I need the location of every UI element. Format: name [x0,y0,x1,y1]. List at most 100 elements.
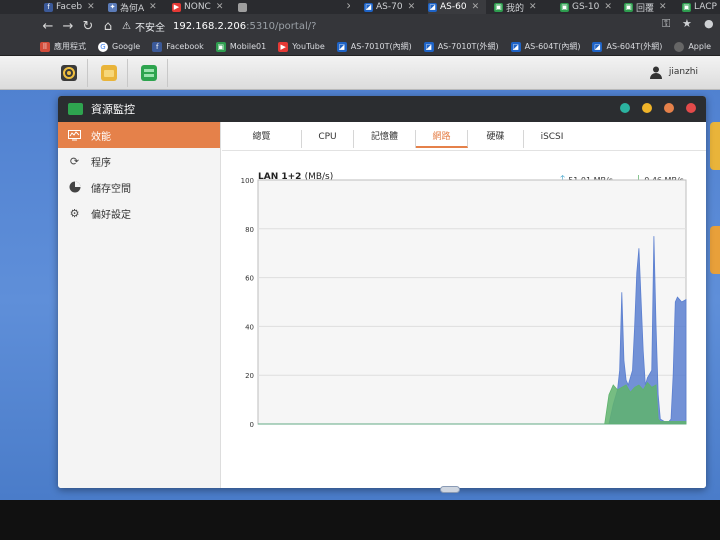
browser-tab-label: 為何A [120,3,145,14]
sidebar-item-label: 程序 [91,157,111,169]
facebook-icon: f [152,41,163,52]
close-icon[interactable]: ✕ [408,2,416,12]
browser-tab[interactable]: ▣ LACP [682,0,720,14]
bookmark-google[interactable]: G Google [98,41,140,52]
tab-label: 網路 [432,132,451,142]
y-tick-label: 20 [245,372,254,380]
tab-cpu[interactable]: CPU [302,130,354,148]
key-icon[interactable]: ⚿ [662,17,670,31]
close-icon[interactable]: ✕ [149,2,157,12]
bookmark-as604t-lan[interactable]: ◪ AS-604T(內網) [510,41,580,52]
close-icon[interactable]: ✕ [529,2,537,12]
browser-tab[interactable]: ▣ 回覆 ✕ [624,0,676,14]
adm-taskbar: jianzhi [0,56,720,90]
profile-icon[interactable]: ● [704,17,714,30]
close-icon[interactable]: ✕ [659,2,667,12]
globe-icon [238,2,247,12]
window-titlebar[interactable]: 資源監控 [58,96,706,122]
screen: f Faceb ✕ ✦ 為何A ✕ ▶ NONC ✕ ✕ ◪ AS-70 ✕ ◪ AS-… [0,0,720,540]
apple-icon [674,41,685,52]
sidebar: 效能 ⟳ 程序 儲存空間 ⚙ 偏好設定 [58,122,221,488]
close-icon[interactable]: ✕ [472,2,480,12]
youtube-icon: ▶ [278,41,289,52]
dock-handle[interactable] [440,486,460,493]
close-icon[interactable]: ✕ [604,2,612,12]
browser-tab-label: LACP [694,2,717,12]
browser-tab[interactable]: ✕ [238,0,350,14]
browser-tab[interactable]: ▣ 我的 ✕ [494,0,552,14]
asustor-icon: ◪ [428,2,437,12]
tab-iscsi[interactable]: iSCSI [524,130,580,148]
close-icon[interactable]: ✕ [87,2,95,12]
tab-network[interactable]: 網路 [416,130,468,148]
tab-memory[interactable]: 記憶體 [354,130,416,148]
browser-tab[interactable]: ◪ AS-70 ✕ [364,0,420,14]
home-icon[interactable]: ⌂ [98,19,118,34]
tab-label: 記憶體 [370,132,398,142]
username: jianzhi [668,67,698,77]
url-host: 192.168.2.206 [172,20,247,32]
url-field[interactable]: ⚠ 不安全 192.168.2.206:5310/portal/? [122,17,712,35]
tab-label: 硬碟 [486,132,505,142]
close-icon[interactable]: ✕ [346,2,350,12]
browser-tab-label: 我的 [506,3,525,14]
close-button[interactable] [686,103,696,113]
settings-app-button[interactable] [50,59,88,87]
bookmark-label: 應用程式 [54,42,86,51]
sidebar-item-preferences[interactable]: ⚙ 偏好設定 [58,200,220,226]
site-icon: ✦ [108,2,117,12]
sidebar-item-performance[interactable]: 效能 [58,122,220,148]
y-tick-label: 100 [241,177,254,185]
sidebar-item-label: 偏好設定 [91,209,131,221]
desktop-app-icon[interactable] [710,226,720,274]
bookmark-label: Apple [688,42,712,51]
browser-tab[interactable]: ▣ GS-10 ✕ [560,0,618,14]
bookmark-as7010t-lan[interactable]: ◪ AS-7010T(內網) [336,41,412,52]
bookmark-as604t-wan[interactable]: ◪ AS-604T(外網) [592,41,662,52]
bookmark-youtube[interactable]: ▶ YouTube [278,41,325,52]
user-menu[interactable]: jianzhi [649,65,698,79]
forward-icon[interactable]: → [58,19,78,34]
bookmark-apps[interactable]: ⠿ 應用程式 [40,41,86,52]
chart-plot: 0 20 40 60 80 100 [241,177,687,429]
browser-tab[interactable]: ✦ 為何A ✕ [108,0,166,14]
bookmark-mobile01[interactable]: ▣ Mobile01 [215,41,266,52]
browser-tab-label: AS-70 [376,2,403,12]
star-icon[interactable]: ★ [682,17,692,30]
facebook-icon: f [44,2,53,12]
bookmark-as7010t-wan[interactable]: ◪ AS-7010T(外網) [423,41,499,52]
bookmark-facebook[interactable]: f Facebook [152,41,204,52]
settings-app-icon [60,65,77,81]
tab-divider [222,150,706,151]
folder-icon [100,65,117,81]
close-icon[interactable]: ✕ [216,2,224,12]
sidebar-item-storage[interactable]: 儲存空間 [58,174,220,200]
browser-tab-active[interactable]: ◪ AS-60 ✕ [428,0,486,14]
sidebar-item-processes[interactable]: ⟳ 程序 [58,148,220,174]
mobile01-icon: ▣ [215,41,226,52]
back-icon[interactable]: ← [38,19,58,34]
asustor-icon: ◪ [592,41,603,52]
browser-tab[interactable]: f Faceb ✕ [44,0,102,14]
y-tick-label: 40 [245,323,254,331]
minimize-button[interactable] [642,103,652,113]
tab-overview[interactable]: 總覽 [222,130,302,148]
file-explorer-button[interactable] [90,59,128,87]
tab-disk[interactable]: 硬碟 [468,130,524,148]
desktop-app-icon[interactable] [710,122,720,170]
browser-tab[interactable]: ▶ NONC ✕ [172,0,230,14]
bookmark-label: AS-7010T(外網) [437,42,499,51]
resource-monitor-button[interactable] [130,59,168,87]
help-button[interactable] [620,103,630,113]
user-icon [649,66,662,79]
warning-icon: ⚠ [122,20,131,32]
y-tick-label: 0 [250,421,254,429]
bookmark-apple[interactable]: Apple [674,41,712,52]
site-icon: ▣ [560,2,569,12]
url-path: :5310/portal/? [246,20,317,32]
window-title: 資源監控 [91,103,135,116]
reload-icon[interactable]: ↻ [78,19,98,34]
main-content: 總覽 CPU 記憶體 網路 硬碟 iSCSI LAN 1+2 (MB/s) 🡑 … [222,122,706,488]
maximize-button[interactable] [664,103,674,113]
y-tick-label: 80 [245,226,254,234]
